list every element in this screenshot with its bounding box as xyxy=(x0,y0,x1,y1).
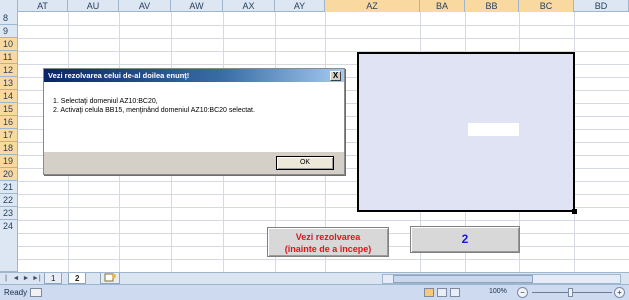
dialog-step-1: 1. Selectaţi domeniul AZ10:BC20, xyxy=(53,98,158,105)
view-solution-button[interactable]: Vezi rezolvarea (înainte de a începe) xyxy=(267,227,389,257)
last-sheet-icon[interactable]: ►| xyxy=(32,274,41,283)
row-header-9[interactable]: 9 xyxy=(0,25,18,38)
row-header-19[interactable]: 19 xyxy=(0,155,18,168)
horizontal-scrollbar[interactable] xyxy=(382,274,621,284)
page-layout-view-icon[interactable] xyxy=(437,288,447,297)
zoom-out-icon[interactable]: − xyxy=(517,287,528,298)
next-sheet-icon[interactable]: ► xyxy=(22,274,30,283)
row-header-22[interactable]: 22 xyxy=(0,194,18,207)
page-break-view-icon[interactable] xyxy=(450,288,460,297)
column-header-ax[interactable]: AX xyxy=(223,0,275,12)
zoom-level[interactable]: 100% xyxy=(489,288,507,295)
row-header-11[interactable]: 11 xyxy=(0,51,18,64)
column-header-bb[interactable]: BB xyxy=(465,0,519,12)
dialog-body: 1. Selectaţi domeniul AZ10:BC20, 2. Acti… xyxy=(44,82,344,152)
new-sheet-icon[interactable] xyxy=(100,273,120,284)
row-header-17[interactable]: 17 xyxy=(0,129,18,142)
status-bar: Ready 100% − + xyxy=(0,284,629,300)
select-all-corner[interactable] xyxy=(0,0,18,12)
column-header-au[interactable]: AU xyxy=(68,0,119,12)
row-header-16[interactable]: 16 xyxy=(0,116,18,129)
row-header-12[interactable]: 12 xyxy=(0,64,18,77)
sheet-tab-2[interactable]: 2 xyxy=(68,273,87,284)
horizontal-scroll-thumb[interactable] xyxy=(393,275,533,283)
row-header-10[interactable]: 10 xyxy=(0,38,18,51)
column-header-bd[interactable]: BD xyxy=(574,0,629,12)
active-cell-bb15[interactable] xyxy=(468,123,519,136)
sheet-tab-bar: |◄ ◄ ► ►| 1 2 xyxy=(0,272,629,291)
row-header-24[interactable]: 24 xyxy=(0,220,18,272)
dialog-title: Vezi rezolvarea celui de-al doilea enunţ… xyxy=(44,69,344,82)
row-header-8[interactable]: 8 xyxy=(0,12,18,25)
zoom-in-icon[interactable]: + xyxy=(614,287,625,298)
row-header-21[interactable]: 21 xyxy=(0,181,18,194)
column-header-av[interactable]: AV xyxy=(119,0,171,12)
selected-range[interactable] xyxy=(357,52,575,212)
close-icon[interactable]: X xyxy=(330,71,341,81)
column-header-aw[interactable]: AW xyxy=(171,0,223,12)
column-header-ay[interactable]: AY xyxy=(275,0,325,12)
column-header-az[interactable]: AZ xyxy=(325,0,420,12)
ok-button[interactable]: OK xyxy=(276,156,334,170)
row-header-14[interactable]: 14 xyxy=(0,90,18,103)
fill-handle[interactable] xyxy=(572,209,577,214)
prev-sheet-icon[interactable]: ◄ xyxy=(12,274,20,283)
view-solution-label-line2: (înainte de a începe) xyxy=(284,244,372,254)
first-sheet-icon[interactable]: |◄ xyxy=(2,274,10,291)
dialog-footer: OK xyxy=(44,152,344,174)
view-solution-label-line1: Vezi rezolvarea xyxy=(295,232,361,242)
solution-dialog: Vezi rezolvarea celui de-al doilea enunţ… xyxy=(43,68,345,175)
excel-window: AT AU AV AW AX AY AZ BA BB BC BD 8 9 10 … xyxy=(0,0,629,300)
normal-view-icon[interactable] xyxy=(424,288,434,297)
column-header-at[interactable]: AT xyxy=(18,0,68,12)
dialog-step-2: 2. Activaţi celula BB15, menţinând domen… xyxy=(53,107,255,114)
column-header-bar: AT AU AV AW AX AY AZ BA BB BC BD xyxy=(0,0,629,12)
row-header-18[interactable]: 18 xyxy=(0,142,18,155)
macro-record-icon[interactable] xyxy=(30,288,42,297)
row-header-15[interactable]: 15 xyxy=(0,103,18,116)
status-ready: Ready xyxy=(4,288,28,297)
column-header-ba[interactable]: BA xyxy=(420,0,465,12)
zoom-slider-thumb[interactable] xyxy=(568,288,573,297)
row-header-13[interactable]: 13 xyxy=(0,77,18,90)
number-button[interactable]: 2 xyxy=(410,226,520,253)
sheet-tab-1[interactable]: 1 xyxy=(44,273,63,284)
row-header-20[interactable]: 20 xyxy=(0,168,18,181)
row-header-23[interactable]: 23 xyxy=(0,207,18,220)
column-header-bc[interactable]: BC xyxy=(519,0,574,12)
